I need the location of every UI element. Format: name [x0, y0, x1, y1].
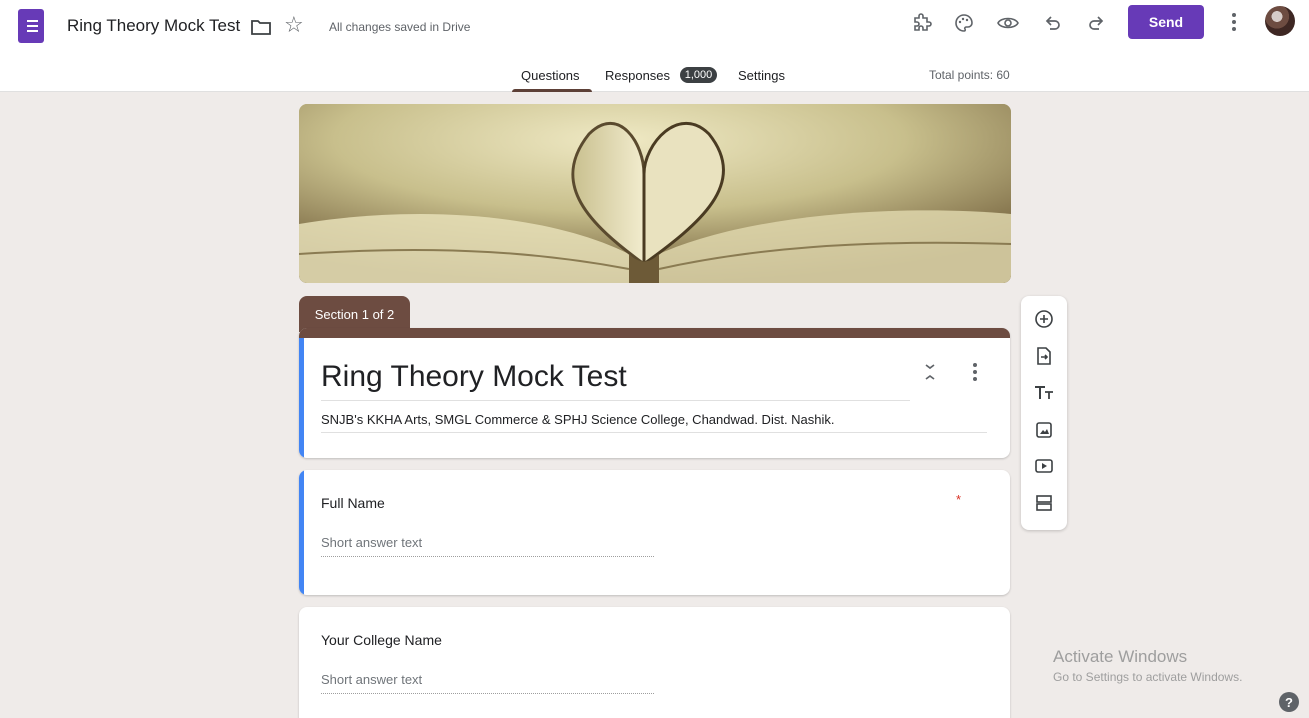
more-vert-icon[interactable] [1228, 11, 1240, 33]
tab-settings[interactable]: Settings [738, 68, 785, 83]
active-tab-indicator [512, 89, 592, 92]
import-questions-icon[interactable] [1032, 344, 1056, 368]
form-title-card[interactable]: Ring Theory Mock Test SNJB's KKHA Arts, … [299, 328, 1010, 458]
floating-toolbar [1021, 296, 1067, 530]
send-button[interactable]: Send [1128, 5, 1204, 39]
question-card[interactable]: Your College Name Short answer text [299, 607, 1010, 718]
question-title[interactable]: Your College Name [321, 632, 442, 648]
short-answer-placeholder: Short answer text [321, 672, 423, 687]
form-tabs: Questions Responses Settings [0, 60, 1309, 92]
form-description[interactable]: SNJB's KKHA Arts, SMGL Commerce & SPHJ S… [321, 412, 835, 427]
activation-watermark-text: Go to Settings to activate Windows. [1053, 670, 1243, 684]
forms-logo-icon[interactable] [18, 9, 44, 43]
redo-icon[interactable] [1084, 11, 1108, 35]
add-question-icon[interactable] [1032, 307, 1056, 331]
tab-responses[interactable]: Responses [605, 68, 670, 83]
focus-indicator [299, 470, 304, 595]
save-status: All changes saved in Drive [329, 20, 471, 34]
collapse-section-icon[interactable] [923, 362, 937, 382]
total-points: Total points: 60 [929, 68, 1010, 82]
answer-underline [321, 556, 654, 557]
focus-indicator [299, 338, 304, 458]
avatar[interactable] [1265, 6, 1295, 36]
section-more-icon[interactable] [972, 363, 978, 381]
folder-icon[interactable] [251, 19, 271, 35]
add-image-icon[interactable] [1032, 418, 1056, 442]
tab-questions[interactable]: Questions [521, 68, 580, 83]
description-underline [321, 432, 987, 433]
document-title[interactable]: Ring Theory Mock Test [67, 16, 240, 36]
top-bar: Ring Theory Mock Test ☆ All changes save… [0, 0, 1309, 92]
star-icon[interactable]: ☆ [284, 14, 304, 36]
preview-eye-icon[interactable] [996, 11, 1020, 35]
section-label: Section 1 of 2 [299, 296, 410, 332]
header-banner-image [299, 104, 1011, 283]
palette-icon[interactable] [952, 11, 976, 35]
undo-icon[interactable] [1041, 11, 1065, 35]
question-card[interactable]: Full Name * Short answer text [299, 470, 1010, 595]
help-icon[interactable]: ? [1279, 692, 1299, 712]
answer-underline [321, 693, 654, 694]
theme-stripe [299, 328, 1010, 338]
add-video-icon[interactable] [1032, 454, 1056, 478]
add-title-icon[interactable] [1032, 381, 1056, 405]
addon-puzzle-icon[interactable] [910, 11, 934, 35]
form-title[interactable]: Ring Theory Mock Test [321, 360, 627, 394]
responses-count-badge: 1,000 [680, 67, 717, 83]
add-section-icon[interactable] [1032, 491, 1056, 515]
activation-watermark-title: Activate Windows [1053, 647, 1188, 666]
required-marker: * [956, 492, 962, 507]
title-underline [321, 400, 910, 401]
question-title[interactable]: Full Name [321, 495, 385, 511]
short-answer-placeholder: Short answer text [321, 535, 423, 550]
